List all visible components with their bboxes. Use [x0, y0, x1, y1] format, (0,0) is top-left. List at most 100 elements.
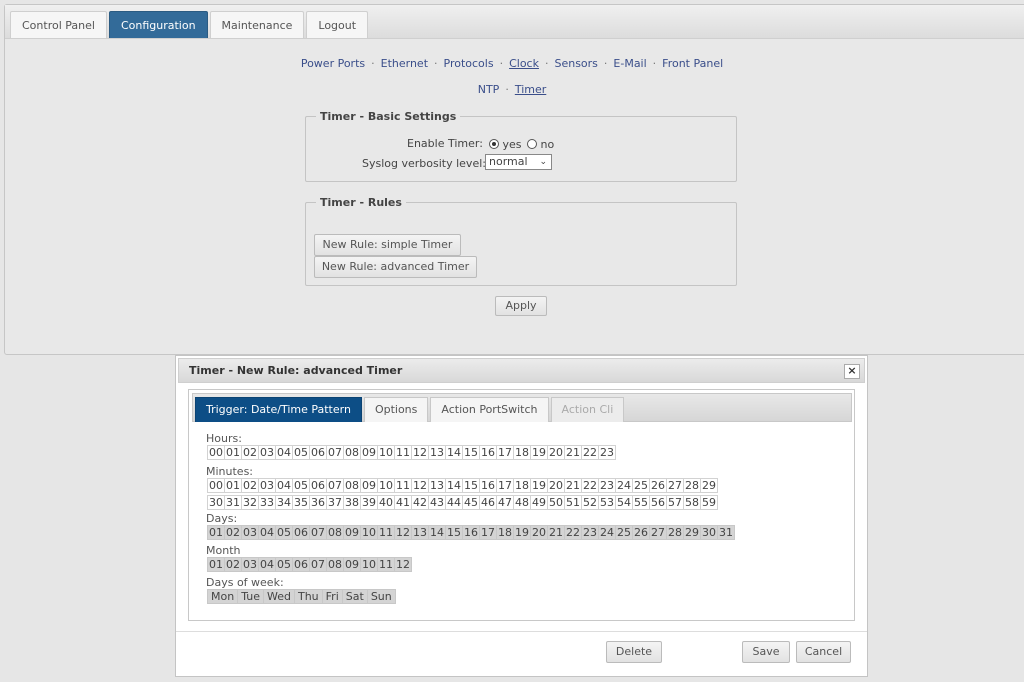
minute-cell[interactable]: 03 — [258, 478, 276, 493]
minute-cell[interactable]: 45 — [462, 495, 480, 510]
minute-cell[interactable]: 08 — [343, 478, 361, 493]
hour-cell[interactable]: 12 — [411, 445, 429, 460]
minute-cell[interactable]: 46 — [479, 495, 497, 510]
hour-cell[interactable]: 01 — [224, 445, 242, 460]
hour-cell[interactable]: 19 — [530, 445, 548, 460]
day-cell[interactable]: 09 — [343, 525, 361, 540]
minute-cell[interactable]: 04 — [275, 478, 293, 493]
month-cell[interactable]: 09 — [343, 557, 361, 572]
tab-maintenance[interactable]: Maintenance — [209, 11, 305, 38]
minute-cell[interactable]: 37 — [326, 495, 344, 510]
day-cell[interactable]: 15 — [445, 525, 463, 540]
month-cell[interactable]: 02 — [224, 557, 242, 572]
tab-action-portswitch[interactable]: Action PortSwitch — [430, 397, 549, 422]
minute-cell[interactable]: 30 — [207, 495, 225, 510]
hour-cell[interactable]: 00 — [207, 445, 225, 460]
day-cell[interactable]: 24 — [598, 525, 616, 540]
hour-cell[interactable]: 15 — [462, 445, 480, 460]
day-cell[interactable]: 22 — [564, 525, 582, 540]
tab-logout[interactable]: Logout — [306, 11, 369, 38]
minute-cell[interactable]: 43 — [428, 495, 446, 510]
hour-cell[interactable]: 23 — [598, 445, 616, 460]
day-cell[interactable]: 16 — [462, 525, 480, 540]
hour-cell[interactable]: 07 — [326, 445, 344, 460]
radio-no[interactable] — [527, 139, 537, 149]
month-cell[interactable]: 01 — [207, 557, 225, 572]
minute-cell[interactable]: 00 — [207, 478, 225, 493]
minute-cell[interactable]: 27 — [666, 478, 684, 493]
nav-link-front-panel[interactable]: Front Panel — [662, 57, 723, 70]
nav-link-ethernet[interactable]: Ethernet — [381, 57, 428, 70]
hour-cell[interactable]: 13 — [428, 445, 446, 460]
radio-yes[interactable] — [489, 139, 499, 149]
minute-cell[interactable]: 39 — [360, 495, 378, 510]
hour-cell[interactable]: 05 — [292, 445, 310, 460]
day-cell[interactable]: 28 — [666, 525, 684, 540]
minute-cell[interactable]: 16 — [479, 478, 497, 493]
dow-cell[interactable]: Tue — [237, 589, 264, 604]
minute-cell[interactable]: 54 — [615, 495, 633, 510]
minute-cell[interactable]: 07 — [326, 478, 344, 493]
minute-cell[interactable]: 53 — [598, 495, 616, 510]
day-cell[interactable]: 20 — [530, 525, 548, 540]
minute-cell[interactable]: 51 — [564, 495, 582, 510]
minute-cell[interactable]: 22 — [581, 478, 599, 493]
month-cell[interactable]: 06 — [292, 557, 310, 572]
nav-link-protocols[interactable]: Protocols — [444, 57, 494, 70]
minute-cell[interactable]: 56 — [649, 495, 667, 510]
minute-cell[interactable]: 36 — [309, 495, 327, 510]
minute-cell[interactable]: 28 — [683, 478, 701, 493]
minute-cell[interactable]: 14 — [445, 478, 463, 493]
hour-cell[interactable]: 17 — [496, 445, 514, 460]
enable-no-option[interactable]: no — [527, 138, 554, 151]
day-cell[interactable]: 14 — [428, 525, 446, 540]
minute-cell[interactable]: 32 — [241, 495, 259, 510]
dow-cell[interactable]: Sun — [366, 589, 396, 604]
minute-cell[interactable]: 47 — [496, 495, 514, 510]
minute-cell[interactable]: 59 — [700, 495, 718, 510]
new-advanced-timer-button[interactable]: New Rule: advanced Timer — [314, 256, 477, 278]
day-cell[interactable]: 23 — [581, 525, 599, 540]
minute-cell[interactable]: 35 — [292, 495, 310, 510]
minute-cell[interactable]: 02 — [241, 478, 259, 493]
day-cell[interactable]: 18 — [496, 525, 514, 540]
minute-cell[interactable]: 23 — [598, 478, 616, 493]
day-cell[interactable]: 10 — [360, 525, 378, 540]
syslog-select[interactable]: normal ⌄ — [485, 154, 552, 170]
minute-cell[interactable]: 41 — [394, 495, 412, 510]
day-cell[interactable]: 02 — [224, 525, 242, 540]
hour-cell[interactable]: 14 — [445, 445, 463, 460]
minute-cell[interactable]: 38 — [343, 495, 361, 510]
hour-cell[interactable]: 11 — [394, 445, 412, 460]
month-cell[interactable]: 05 — [275, 557, 293, 572]
minute-cell[interactable]: 42 — [411, 495, 429, 510]
day-cell[interactable]: 06 — [292, 525, 310, 540]
day-cell[interactable]: 25 — [615, 525, 633, 540]
minute-cell[interactable]: 20 — [547, 478, 565, 493]
minute-cell[interactable]: 19 — [530, 478, 548, 493]
minute-cell[interactable]: 50 — [547, 495, 565, 510]
dow-cell[interactable]: Fri — [321, 589, 343, 604]
hour-cell[interactable]: 10 — [377, 445, 395, 460]
minute-cell[interactable]: 10 — [377, 478, 395, 493]
nav-link-power-ports[interactable]: Power Ports — [301, 57, 365, 70]
day-cell[interactable]: 19 — [513, 525, 531, 540]
day-cell[interactable]: 05 — [275, 525, 293, 540]
hour-cell[interactable]: 09 — [360, 445, 378, 460]
hour-cell[interactable]: 21 — [564, 445, 582, 460]
day-cell[interactable]: 03 — [241, 525, 259, 540]
day-cell[interactable]: 04 — [258, 525, 276, 540]
minute-cell[interactable]: 24 — [615, 478, 633, 493]
month-cell[interactable]: 08 — [326, 557, 344, 572]
dow-cell[interactable]: Sat — [341, 589, 368, 604]
minute-cell[interactable]: 05 — [292, 478, 310, 493]
day-cell[interactable]: 30 — [700, 525, 718, 540]
minute-cell[interactable]: 55 — [632, 495, 650, 510]
minute-cell[interactable]: 01 — [224, 478, 242, 493]
hour-cell[interactable]: 03 — [258, 445, 276, 460]
minute-cell[interactable]: 58 — [683, 495, 701, 510]
dow-cell[interactable]: Thu — [293, 589, 323, 604]
nav-link-timer[interactable]: Timer — [515, 83, 546, 96]
close-icon[interactable]: × — [844, 364, 860, 379]
minute-cell[interactable]: 40 — [377, 495, 395, 510]
